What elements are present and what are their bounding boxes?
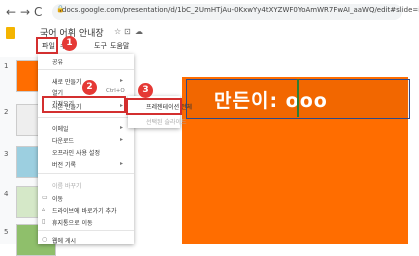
menu-divider — [38, 230, 134, 231]
submenu-arrow-icon: ▸ — [120, 124, 124, 131]
forward-icon[interactable]: → — [20, 5, 30, 19]
folder-icon: ▭ — [42, 194, 48, 201]
menu-divider — [38, 173, 134, 174]
reload-icon[interactable]: C — [34, 5, 42, 19]
menu-item-rename[interactable]: 이름 바꾸기 — [52, 181, 82, 190]
menu-item-offline[interactable]: 오프라인 사용 설정 — [52, 148, 100, 157]
submenu-arrow-icon: ▸ — [120, 77, 124, 84]
submenu-arrow-icon: ▸ — [120, 136, 124, 143]
menu-item-share[interactable]: 공유 — [52, 57, 63, 66]
menu-item-version-history[interactable]: 버전 기록 — [52, 160, 76, 169]
cloud-status-icon[interactable]: ☁ — [135, 27, 143, 36]
menu-tools[interactable]: 도구 — [94, 41, 107, 51]
back-icon[interactable]: ← — [6, 5, 16, 19]
slide-title: 만든이: ooo — [214, 90, 328, 112]
trash-icon: ▯ — [42, 218, 46, 225]
highlight-file-menu — [36, 37, 58, 54]
slides-logo-icon[interactable] — [6, 27, 15, 39]
url-text: docs.google.com/presentation/d/1bC_2UmHT… — [62, 6, 419, 14]
move-folder-icon[interactable]: ⊡ — [124, 27, 131, 36]
globe-icon: ○ — [42, 236, 48, 243]
step-badge-1: 1 — [62, 36, 77, 51]
submenu-item-selected-slides[interactable]: 선택된 슬라이드 — [146, 117, 187, 126]
highlight-entire-presentation — [126, 98, 182, 115]
menu-help[interactable]: 도움말 — [110, 41, 129, 51]
step-badge-3: 3 — [138, 83, 153, 98]
slide-number: 2 — [4, 108, 9, 116]
text-cursor — [297, 79, 299, 117]
menu-item-download[interactable]: 다운로드 — [52, 136, 74, 145]
slide-number: 4 — [4, 190, 9, 198]
step-badge-2: 2 — [82, 80, 97, 95]
menu-divider — [38, 69, 134, 70]
menu-divider — [38, 117, 134, 118]
submenu-arrow-icon: ▸ — [120, 160, 124, 167]
menu-item-trash[interactable]: 휴지통으로 이동 — [52, 218, 93, 227]
slide-number: 5 — [4, 228, 9, 236]
slide-number: 1 — [4, 62, 9, 70]
menu-item-email[interactable]: 이메일 — [52, 124, 69, 133]
menu-item-new[interactable]: 새로 만들기 — [52, 77, 82, 86]
highlight-make-copy — [42, 96, 126, 113]
menu-item-move[interactable]: 이동 — [52, 194, 63, 203]
drive-shortcut-icon: ▵ — [42, 206, 46, 213]
star-icon[interactable]: ☆ — [114, 27, 121, 36]
slide-number: 3 — [4, 150, 9, 158]
shortcut-open: Ctrl+O — [106, 88, 125, 94]
menu-item-add-shortcut[interactable]: 드라이브에 바로가기 추가 — [52, 206, 117, 215]
